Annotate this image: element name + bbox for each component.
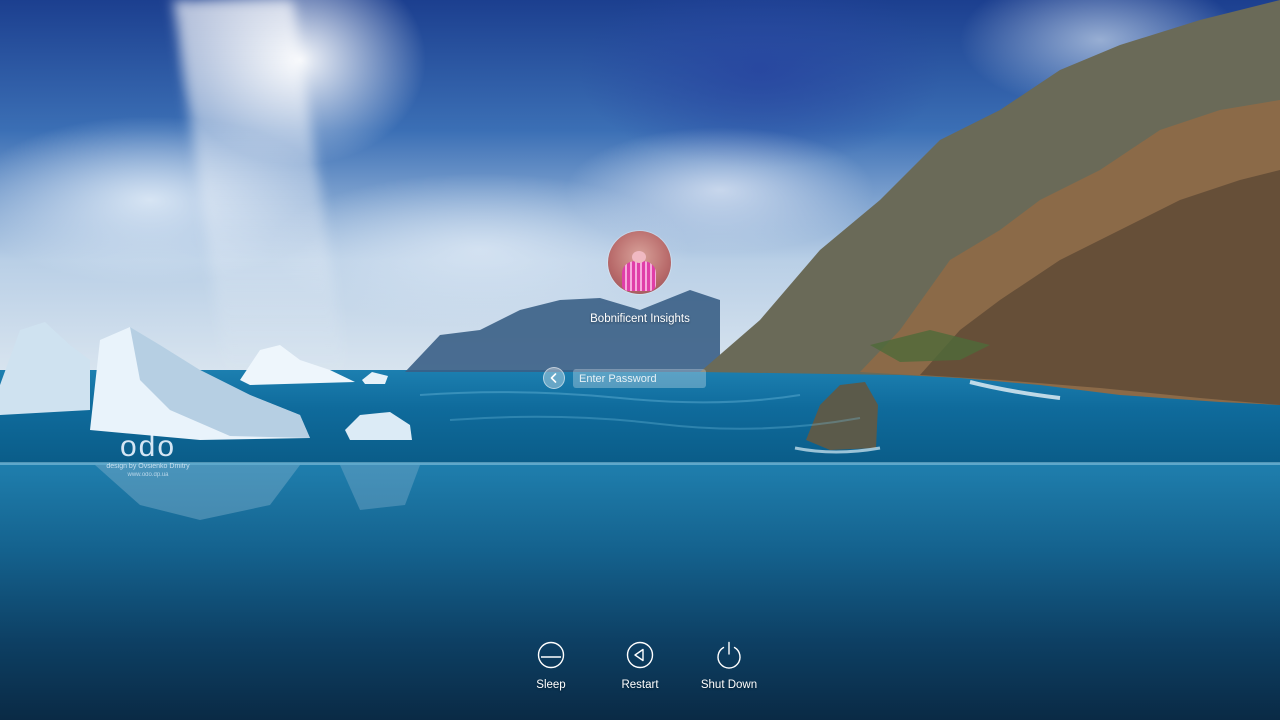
user-name: Bobnificent Insights [590, 313, 690, 325]
user-avatar[interactable] [608, 231, 671, 294]
restart-label: Restart [621, 679, 659, 691]
back-button[interactable] [543, 367, 565, 389]
chevron-left-icon [550, 373, 557, 383]
password-input[interactable] [573, 369, 706, 388]
watermark-credit: design by Ovsienko Dmitry [106, 463, 190, 470]
desktop-wallpaper: odo design by Ovsienko Dmitry www.odo.dp… [0, 0, 1280, 720]
sleep-icon [537, 641, 565, 669]
wallpaper-watermark: odo design by Ovsienko Dmitry www.odo.dp… [98, 432, 198, 479]
shutdown-button[interactable]: Shut Down [694, 639, 764, 692]
watermark-logo: odo [119, 430, 177, 463]
power-icon [717, 641, 741, 669]
shutdown-label: Shut Down [700, 679, 758, 691]
watermark-url: www.odo.dp.ua [127, 472, 169, 478]
sleep-button[interactable]: Sleep [516, 639, 586, 692]
avatar-figure [622, 251, 656, 291]
restart-button[interactable]: Restart [605, 639, 675, 692]
landscape-illustration [0, 0, 1280, 520]
sleep-label: Sleep [536, 679, 566, 691]
restart-icon [626, 641, 654, 669]
power-options: Sleep Restart Shut Down [0, 639, 1280, 699]
